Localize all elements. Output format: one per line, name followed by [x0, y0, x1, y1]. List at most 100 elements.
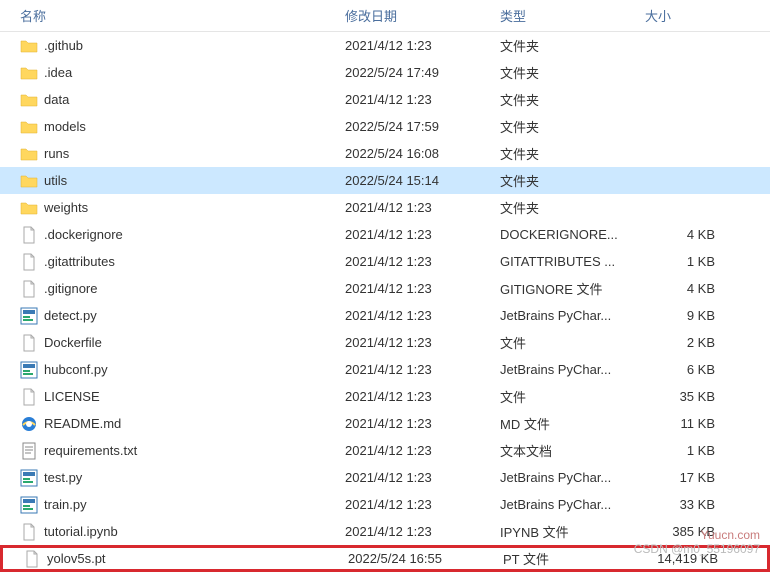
file-date: 2021/4/12 1:23	[335, 335, 490, 350]
file-type: 文件夹	[490, 144, 635, 163]
file-row[interactable]: data 2021/4/12 1:23文件夹	[0, 86, 770, 113]
file-icon	[20, 280, 38, 298]
text-icon	[20, 442, 38, 460]
folder-icon	[20, 91, 38, 109]
file-size: 1 KB	[635, 443, 745, 458]
file-name: data	[44, 92, 69, 107]
folder-icon	[20, 64, 38, 82]
file-type: PT 文件	[493, 549, 638, 568]
file-size: 385 KB	[635, 524, 745, 539]
file-type: MD 文件	[490, 414, 635, 433]
file-date: 2021/4/12 1:23	[335, 281, 490, 296]
column-header-date[interactable]: 修改日期	[335, 6, 490, 25]
ie-icon	[20, 415, 38, 433]
file-row[interactable]: .gitignore 2021/4/12 1:23GITIGNORE 文件4 KB	[0, 275, 770, 302]
file-size: 4 KB	[635, 281, 745, 296]
file-date: 2021/4/12 1:23	[335, 227, 490, 242]
file-date: 2021/4/12 1:23	[335, 416, 490, 431]
file-date: 2022/5/24 16:55	[338, 551, 493, 566]
file-row[interactable]: yolov5s.pt2022/5/24 16:55PT 文件14,419 KB	[0, 545, 770, 572]
file-date: 2021/4/12 1:23	[335, 497, 490, 512]
file-type: DOCKERIGNORE...	[490, 227, 635, 242]
column-header-name[interactable]: 名称	[0, 6, 335, 25]
file-size: 11 KB	[635, 416, 745, 431]
file-row[interactable]: LICENSE2021/4/12 1:23文件35 KB	[0, 383, 770, 410]
file-type: 文件夹	[490, 90, 635, 109]
file-icon	[23, 550, 41, 568]
column-header-size[interactable]: 大小	[635, 6, 745, 25]
folder-icon	[20, 145, 38, 163]
file-row[interactable]: README.md 2021/4/12 1:23MD 文件11 KB	[0, 410, 770, 437]
file-name: .gitattributes	[44, 254, 115, 269]
file-type: 文本文档	[490, 441, 635, 460]
file-row[interactable]: .gitattributes2021/4/12 1:23GITATTRIBUTE…	[0, 248, 770, 275]
folder-icon	[20, 172, 38, 190]
file-row[interactable]: .idea 2022/5/24 17:49文件夹	[0, 59, 770, 86]
file-date: 2021/4/12 1:23	[335, 470, 490, 485]
pycharm-icon	[20, 496, 38, 514]
file-row[interactable]: runs2022/5/24 16:08文件夹	[0, 140, 770, 167]
file-name: tutorial.ipynb	[44, 524, 118, 539]
file-date: 2021/4/12 1:23	[335, 254, 490, 269]
file-date: 2021/4/12 1:23	[335, 443, 490, 458]
file-type: JetBrains PyChar...	[490, 308, 635, 323]
file-row[interactable]: tutorial.ipynb2021/4/12 1:23IPYNB 文件385 …	[0, 518, 770, 545]
file-row[interactable]: detect.py2021/4/12 1:23JetBrains PyChar.…	[0, 302, 770, 329]
file-type: JetBrains PyChar...	[490, 362, 635, 377]
file-list: .github2021/4/12 1:23文件夹 .idea 2022/5/24 1…	[0, 32, 770, 572]
file-row[interactable]: requirements.txt2021/4/12 1:23文本文档1 KB	[0, 437, 770, 464]
file-icon	[20, 253, 38, 271]
folder-icon	[20, 37, 38, 55]
file-type: 文件夹	[490, 198, 635, 217]
file-date: 2021/4/12 1:23	[335, 389, 490, 404]
file-icon	[20, 334, 38, 352]
file-size: 9 KB	[635, 308, 745, 323]
file-type: JetBrains PyChar...	[490, 470, 635, 485]
file-row[interactable]: hubconf.py 2021/4/12 1:23JetBrains PyChar…	[0, 356, 770, 383]
file-row[interactable]: models2022/5/24 17:59文件夹	[0, 113, 770, 140]
file-type: 文件夹	[490, 171, 635, 190]
file-row[interactable]: utils2022/5/24 15:14文件夹	[0, 167, 770, 194]
file-name: .gitignore	[44, 281, 97, 296]
file-row[interactable]: train.py2021/4/12 1:23JetBrains PyChar..…	[0, 491, 770, 518]
file-row[interactable]: weights2021/4/12 1:23文件夹	[0, 194, 770, 221]
file-type: GITIGNORE 文件	[490, 279, 635, 298]
file-row[interactable]: test.py 2021/4/12 1:23JetBrains PyChar...…	[0, 464, 770, 491]
file-date: 2021/4/12 1:23	[335, 38, 490, 53]
file-name: yolov5s.pt	[47, 551, 106, 566]
file-type: 文件夹	[490, 117, 635, 136]
file-type: 文件夹	[490, 63, 635, 82]
pycharm-icon	[20, 469, 38, 487]
file-name: README.md	[44, 416, 121, 431]
file-name: hubconf.py	[44, 362, 108, 377]
file-icon	[20, 226, 38, 244]
file-name: .dockerignore	[44, 227, 123, 242]
file-date: 2021/4/12 1:23	[335, 92, 490, 107]
pycharm-icon	[20, 361, 38, 379]
file-type: JetBrains PyChar...	[490, 497, 635, 512]
file-date: 2022/5/24 17:49	[335, 65, 490, 80]
file-row[interactable]: .github2021/4/12 1:23文件夹	[0, 32, 770, 59]
file-date: 2021/4/12 1:23	[335, 200, 490, 215]
file-icon	[20, 523, 38, 541]
file-date: 2022/5/24 16:08	[335, 146, 490, 161]
file-row[interactable]: Dockerfile2021/4/12 1:23文件2 KB	[0, 329, 770, 356]
file-date: 2021/4/12 1:23	[335, 308, 490, 323]
file-type: 文件夹	[490, 36, 635, 55]
file-size: 17 KB	[635, 470, 745, 485]
file-type: 文件	[490, 387, 635, 406]
pycharm-icon	[20, 307, 38, 325]
folder-icon	[20, 118, 38, 136]
file-name: utils	[44, 173, 67, 188]
file-name: .idea	[44, 65, 72, 80]
file-size: 33 KB	[635, 497, 745, 512]
file-name: LICENSE	[44, 389, 100, 404]
file-size: 2 KB	[635, 335, 745, 350]
file-name: test.py	[44, 470, 82, 485]
column-header-type[interactable]: 类型	[490, 6, 635, 25]
file-row[interactable]: .dockerignore 2021/4/12 1:23DOCKERIGNORE.…	[0, 221, 770, 248]
folder-icon	[20, 199, 38, 217]
file-date: 2021/4/12 1:23	[335, 362, 490, 377]
file-icon	[20, 388, 38, 406]
file-date: 2022/5/24 17:59	[335, 119, 490, 134]
